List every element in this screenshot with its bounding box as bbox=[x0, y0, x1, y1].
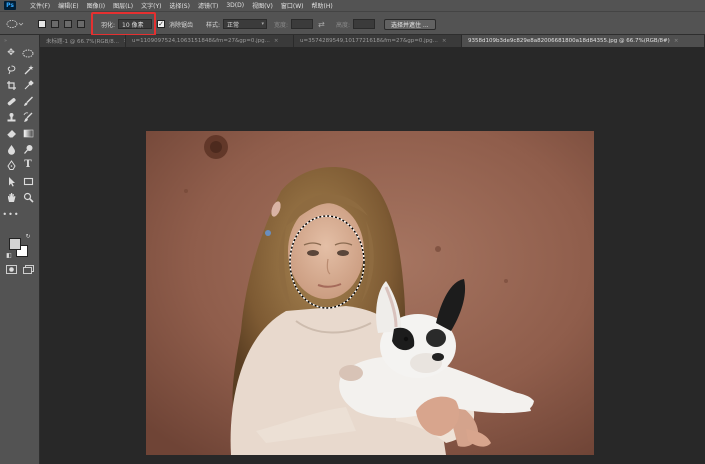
blur-icon[interactable] bbox=[4, 143, 18, 155]
menu-type[interactable]: 文字(Y) bbox=[141, 1, 161, 10]
clone-stamp-icon[interactable] bbox=[4, 111, 18, 123]
antialias-checkbox[interactable]: ✓ bbox=[157, 20, 165, 28]
width-input[interactable] bbox=[291, 19, 314, 29]
menu-layer[interactable]: 图层(L) bbox=[113, 1, 133, 10]
toolbar-grip: » bbox=[4, 38, 9, 44]
document-tab[interactable]: u=3574289549,1017721618&fm=27&gp=0.jpg..… bbox=[294, 35, 462, 47]
close-icon[interactable]: × bbox=[674, 38, 679, 44]
close-icon[interactable]: × bbox=[442, 38, 447, 44]
tab-label: 未标题-1 @ 66.7%(RGB/8... bbox=[46, 39, 120, 45]
close-icon[interactable]: × bbox=[274, 38, 279, 44]
swap-icon[interactable]: ⇄ bbox=[318, 19, 325, 29]
screen-mode-icon[interactable] bbox=[21, 263, 35, 275]
photoshop-window: Ps 文件(F) 编辑(E) 图像(I) 图层(L) 文字(Y) 选择(S) 滤… bbox=[0, 0, 705, 464]
antialias-label: 消除锯齿 bbox=[169, 21, 194, 29]
chevron-down-icon: ▾ bbox=[261, 21, 265, 27]
rectangle-icon[interactable] bbox=[21, 175, 35, 187]
menu-bar: Ps 文件(F) 编辑(E) 图像(I) 图层(L) 文字(Y) 选择(S) 滤… bbox=[0, 0, 705, 11]
feather-highlight-box bbox=[91, 12, 156, 36]
menu-image[interactable]: 图像(I) bbox=[87, 1, 105, 10]
pen-icon[interactable] bbox=[4, 159, 18, 171]
width-control: 宽度: bbox=[274, 19, 314, 29]
height-label: 高度: bbox=[336, 21, 351, 29]
tools-panel: » ✥ T ••• ↻ ◧ bbox=[0, 35, 40, 464]
tab-label: u=1109097524,1063151848&fm=27&gp=0.jpg..… bbox=[132, 38, 270, 44]
style-control: 样式: 正常 ▾ bbox=[206, 19, 268, 29]
hand-icon[interactable] bbox=[4, 191, 18, 203]
width-label: 宽度: bbox=[274, 21, 289, 29]
menu-edit[interactable]: 编辑(E) bbox=[58, 1, 78, 10]
menu-filter[interactable]: 滤镜(T) bbox=[198, 1, 218, 10]
eyedropper-icon[interactable] bbox=[21, 79, 35, 91]
document-tab-bar: 未标题-1 @ 66.7%(RGB/8...× u=1109097524,106… bbox=[40, 35, 705, 47]
menu-3d[interactable]: 3D(D) bbox=[226, 2, 244, 9]
path-select-icon[interactable] bbox=[4, 175, 18, 187]
menu-window[interactable]: 窗口(W) bbox=[281, 1, 304, 10]
foreground-color-swatch[interactable] bbox=[9, 238, 21, 250]
new-selection-button[interactable] bbox=[38, 20, 46, 28]
brush-icon[interactable] bbox=[21, 95, 35, 107]
tab-label: u=3574289549,1017721618&fm=27&gp=0.jpg..… bbox=[300, 38, 438, 44]
type-icon[interactable]: T bbox=[21, 159, 35, 171]
add-selection-button[interactable] bbox=[51, 20, 59, 28]
dodge-icon[interactable] bbox=[21, 143, 35, 155]
select-and-mask-button[interactable]: 选择并遮住 ... bbox=[384, 18, 436, 30]
history-brush-icon[interactable] bbox=[21, 111, 35, 123]
document-tab[interactable]: 未标题-1 @ 66.7%(RGB/8...× bbox=[40, 35, 126, 47]
style-label: 样式: bbox=[206, 21, 221, 29]
marquee-ellipse-icon[interactable] bbox=[21, 47, 35, 59]
tool-preset-picker[interactable] bbox=[6, 19, 24, 29]
gradient-icon[interactable] bbox=[21, 127, 35, 139]
document-tab-active[interactable]: 9358d109b3de9c829e8a82006681800a18d84355… bbox=[462, 35, 705, 47]
magic-wand-icon[interactable] bbox=[21, 63, 35, 75]
default-colors-icon[interactable]: ◧ bbox=[5, 252, 13, 260]
more-tools-icon[interactable]: ••• bbox=[2, 209, 18, 221]
app-logo: Ps bbox=[4, 1, 16, 10]
height-control: 高度: bbox=[336, 19, 376, 29]
select-and-mask-wrapper: 选择并遮住 ... bbox=[384, 18, 436, 30]
subtract-selection-button[interactable] bbox=[64, 20, 72, 28]
document-tab[interactable]: u=1109097524,1063151848&fm=27&gp=0.jpg..… bbox=[126, 35, 294, 47]
menu-help[interactable]: 帮助(H) bbox=[312, 1, 333, 10]
crop-icon[interactable] bbox=[4, 79, 18, 91]
menu-select[interactable]: 选择(S) bbox=[169, 1, 190, 10]
height-input[interactable] bbox=[353, 19, 376, 29]
photo-girl-with-dog bbox=[146, 131, 594, 455]
intersect-selection-button[interactable] bbox=[77, 20, 85, 28]
antialias-control[interactable]: ✓ 消除锯齿 bbox=[157, 19, 193, 29]
zoom-icon[interactable] bbox=[21, 191, 35, 203]
menu-view[interactable]: 视图(V) bbox=[252, 1, 273, 10]
ellipse-marquee-icon bbox=[6, 20, 24, 28]
quick-mask-icon[interactable] bbox=[4, 263, 18, 275]
menu-file[interactable]: 文件(F) bbox=[30, 1, 50, 10]
swap-colors-icon[interactable]: ↻ bbox=[23, 233, 33, 241]
document-image[interactable] bbox=[146, 131, 594, 455]
move-icon[interactable]: ✥ bbox=[4, 47, 18, 59]
lasso-icon[interactable] bbox=[4, 63, 18, 75]
healing-brush-icon[interactable] bbox=[4, 95, 18, 107]
eraser-icon[interactable] bbox=[4, 127, 18, 139]
style-value: 正常 bbox=[227, 21, 240, 29]
tab-label: 9358d109b3de9c829e8a82006681800a18d84355… bbox=[468, 38, 670, 44]
style-select[interactable]: 正常 ▾ bbox=[223, 19, 268, 29]
